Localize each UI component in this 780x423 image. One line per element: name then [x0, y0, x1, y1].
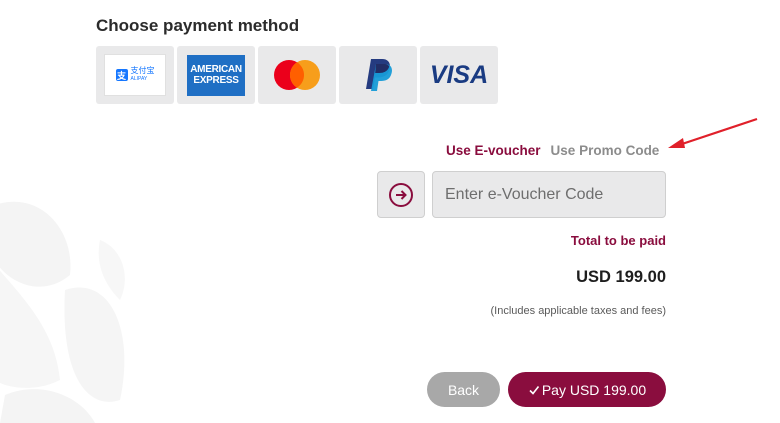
pay-button-label: Pay USD 199.00: [541, 381, 647, 398]
payment-method-paypal[interactable]: [339, 46, 417, 104]
annotation-arrow-icon: [668, 117, 758, 148]
total-label: Total to be paid: [570, 233, 666, 248]
payment-method-visa[interactable]: VISA: [420, 46, 498, 104]
payment-method-alipay[interactable]: 支 支付宝 ALIPAY: [96, 46, 174, 104]
mastercard-icon: [274, 60, 320, 90]
payment-method-amex[interactable]: AMERICAN EXPRESS: [177, 46, 255, 104]
alipay-logo-text: 支付宝: [130, 66, 155, 75]
evoucher-code-input[interactable]: [432, 171, 666, 218]
apply-voucher-button[interactable]: [377, 171, 425, 218]
back-button[interactable]: Back: [427, 372, 500, 407]
amex-icon: AMERICAN EXPRESS: [187, 54, 245, 96]
visa-icon: VISA: [429, 60, 489, 89]
tax-note: (Includes applicable taxes and fees): [490, 305, 667, 317]
tab-use-promo-code[interactable]: Use Promo Code: [551, 143, 660, 158]
paypal-icon: [366, 59, 392, 91]
alipay-mark: 支: [115, 69, 128, 81]
voucher-tabs: Use E-voucher Use Promo Code: [446, 143, 659, 158]
pay-button[interactable]: Pay USD 199.00: [508, 372, 666, 407]
alipay-sub-text: ALIPAY: [130, 76, 148, 82]
check-icon: [529, 385, 539, 395]
arrow-right-circle-icon: [389, 182, 413, 207]
payment-methods: 支 支付宝 ALIPAY AMERICAN EXPRESS VISA: [96, 46, 498, 104]
page-title: Choose payment method: [96, 16, 300, 35]
tab-use-evoucher[interactable]: Use E-voucher: [446, 143, 541, 158]
amex-line1: AMERICAN: [190, 64, 242, 75]
payment-method-mastercard[interactable]: [258, 46, 336, 104]
total-amount: USD 199.00: [576, 268, 666, 286]
alipay-icon: 支 支付宝 ALIPAY: [104, 54, 166, 96]
amex-line2: EXPRESS: [193, 75, 239, 86]
